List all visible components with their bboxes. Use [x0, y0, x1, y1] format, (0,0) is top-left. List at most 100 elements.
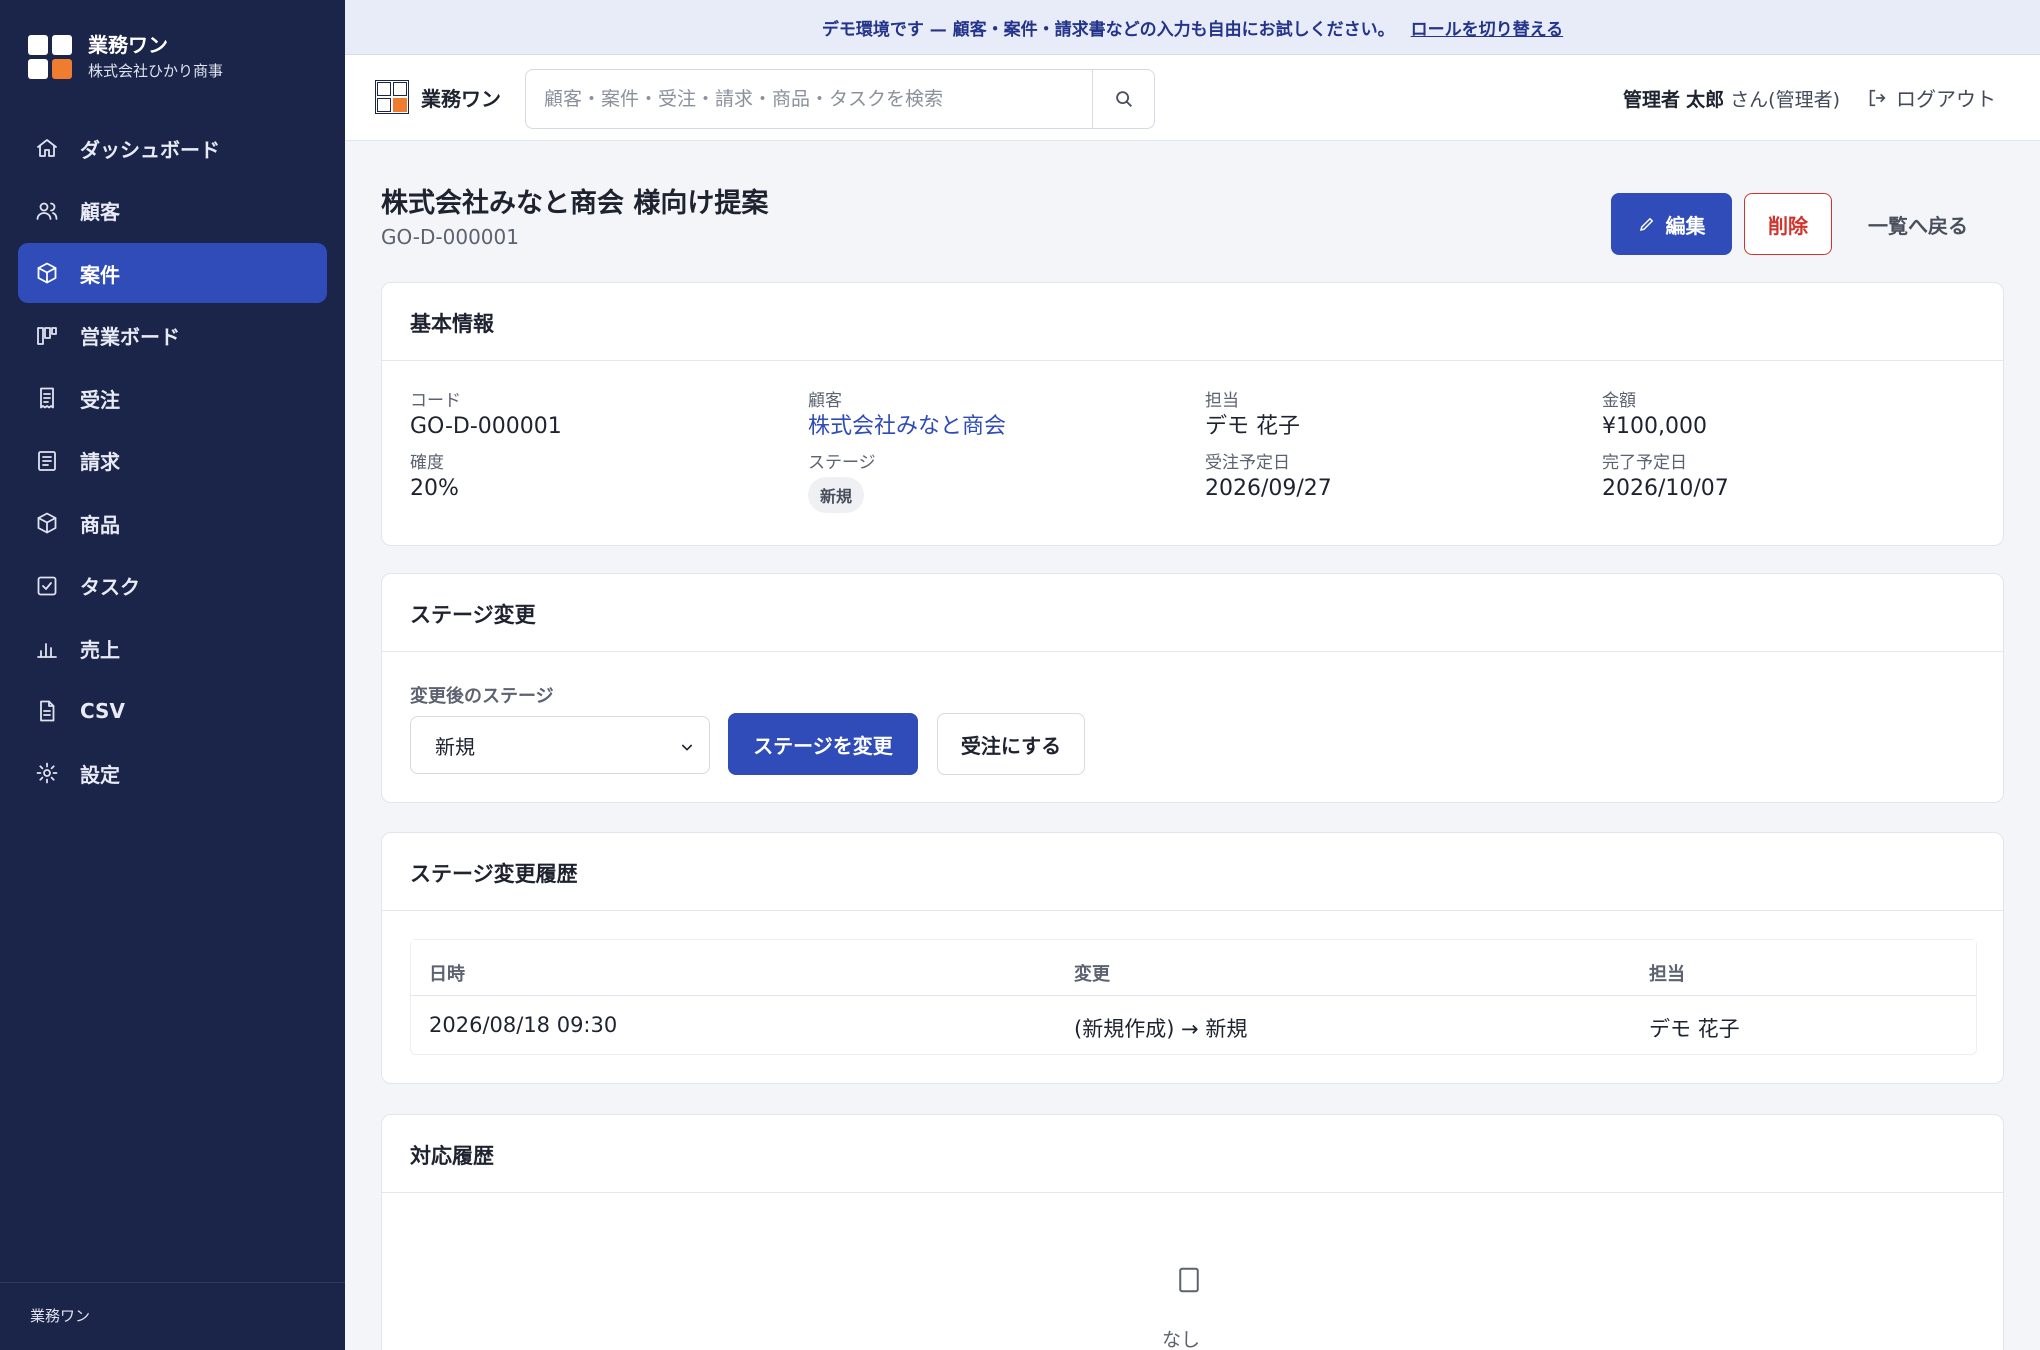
- users-icon: [34, 198, 60, 224]
- demo-banner-message: デモ環境です — 顧客・案件・請求書などの入力も自由にお試しください。: [821, 19, 1395, 40]
- home-icon: [34, 135, 60, 161]
- user-name: 太郎: [1686, 89, 1725, 111]
- sidebar-item-label: 売上: [80, 637, 120, 662]
- field-label: コード: [410, 391, 461, 411]
- sidebar-item-label: CSV: [80, 698, 125, 723]
- activity-history-heading: 対応履歴: [382, 1115, 2003, 1193]
- box-icon: [34, 260, 60, 286]
- sidebar-item-label: 受注: [80, 387, 120, 412]
- sidebar-footer: 業務ワン: [0, 1282, 345, 1350]
- basic-info-heading: 基本情報: [382, 283, 2003, 361]
- page-actions: 編集 削除 一覧へ戻る: [1611, 193, 2004, 255]
- sidebar-item-dashboard[interactable]: ダッシュボード: [18, 118, 327, 178]
- sidebar-item-label: ダッシュボード: [80, 137, 220, 162]
- field-label: 受注予定日: [1205, 453, 1290, 473]
- field-code: コード GO-D-000001: [410, 391, 562, 441]
- table-header: 日時 変更 担当: [411, 940, 1976, 996]
- checkbox-icon: [34, 573, 60, 599]
- demo-banner: デモ環境です — 顧客・案件・請求書などの入力も自由にお試しください。 ロールを…: [345, 0, 2040, 55]
- brand-name: 業務ワン: [88, 33, 168, 57]
- logout-button[interactable]: ログアウト: [1866, 83, 1996, 112]
- sidebar-brand[interactable]: 業務ワン 株式会社ひかり商事: [28, 32, 223, 82]
- customer-link[interactable]: 株式会社みなと商会: [808, 413, 1006, 441]
- chevron-down-icon: [681, 744, 693, 751]
- sidebar-item-settings[interactable]: 設定: [18, 743, 327, 803]
- top-brand[interactable]: 業務ワン: [375, 80, 501, 114]
- edit-button[interactable]: 編集: [1611, 193, 1732, 255]
- search-input[interactable]: [526, 70, 1092, 128]
- table-row: 2026/08/18 09:30 (新規作成) → 新規 デモ 花子: [411, 996, 1976, 1054]
- stage-select[interactable]: 新規: [410, 716, 710, 774]
- sidebar-item-customers[interactable]: 顧客: [18, 181, 327, 241]
- document-icon: [34, 448, 60, 474]
- field-label: 顧客: [808, 391, 842, 411]
- back-to-list-button[interactable]: 一覧へ戻る: [1832, 193, 2004, 255]
- stage-history-table: 日時 変更 担当 2026/08/18 09:30 (新規作成) → 新規 デモ…: [410, 939, 1977, 1055]
- search-icon: [1115, 91, 1132, 107]
- top-brand-name: 業務ワン: [421, 86, 501, 111]
- column-header-owner: 担当: [1649, 964, 1685, 985]
- search-button[interactable]: [1092, 70, 1154, 128]
- pencil-icon: [1639, 217, 1653, 232]
- field-label: ステージ: [808, 453, 876, 473]
- user-role: 管理者: [1623, 89, 1681, 111]
- field-value: ¥100,000: [1602, 414, 1707, 439]
- cell-owner: デモ 花子: [1649, 1017, 1740, 1041]
- switch-role-link[interactable]: ロールを切り替える: [1411, 15, 1564, 40]
- field-label: 確度: [410, 453, 444, 473]
- stage-change-card: ステージ変更 変更後のステージ 新規 ステージを変更 受注にする: [381, 573, 2004, 803]
- sidebar-item-label: 顧客: [80, 200, 120, 224]
- page-title: 株式会社みなと商会 様向け提案: [381, 188, 769, 219]
- sidebar-item-billing[interactable]: 請求: [18, 431, 327, 491]
- sidebar-item-products[interactable]: 商品: [18, 493, 327, 553]
- sidebar-item-deals[interactable]: 案件: [18, 243, 327, 303]
- sidebar-item-sales-board[interactable]: 営業ボード: [18, 306, 327, 366]
- stage-history-card: ステージ変更履歴 日時 変更 担当 2026/08/18 09:30 (新規作成…: [381, 832, 2004, 1084]
- stage-select-label: 変更後のステージ: [410, 686, 554, 707]
- empty-building-icon: [1174, 1265, 1204, 1295]
- field-expected-order-date: 受注予定日 2026/09/27: [1205, 453, 1332, 503]
- field-probability: 確度 20%: [410, 453, 459, 503]
- deal-code: GO-D-000001: [381, 225, 519, 249]
- field-value: 2026/09/27: [1205, 476, 1332, 501]
- app-logo-icon: [28, 35, 72, 79]
- stage-badge: 新規: [808, 477, 865, 513]
- sidebar-item-label: 営業ボード: [80, 325, 180, 349]
- sidebar-item-orders[interactable]: 受注: [18, 368, 327, 428]
- global-search: [525, 69, 1155, 129]
- field-value: 20%: [410, 476, 459, 501]
- sidebar-item-label: 設定: [80, 762, 120, 787]
- receipt-icon: [34, 385, 60, 411]
- app-logo-icon: [375, 80, 409, 114]
- logout-icon: [1869, 89, 1886, 106]
- sidebar: 業務ワン 株式会社ひかり商事 ダッシュボード 顧客 案件 営業ボード 受注 請求: [0, 0, 345, 1350]
- field-value: GO-D-000001: [410, 414, 562, 439]
- cell-datetime: 2026/08/18 09:30: [429, 1013, 618, 1037]
- sidebar-item-csv[interactable]: CSV: [18, 681, 327, 741]
- delete-button[interactable]: 削除: [1744, 193, 1832, 255]
- basic-info-card: 基本情報 コード GO-D-000001 顧客 株式会社みなと商会 担当 デモ …: [381, 282, 2004, 546]
- field-label: 完了予定日: [1602, 453, 1687, 473]
- change-stage-button[interactable]: ステージを変更: [728, 713, 918, 775]
- sidebar-item-label: 商品: [80, 512, 120, 537]
- current-user: 管理者 太郎 さん(管理者): [1623, 85, 1840, 112]
- field-label: 担当: [1205, 391, 1239, 411]
- sidebar-item-sales[interactable]: 売上: [18, 618, 327, 678]
- convert-to-order-button[interactable]: 受注にする: [937, 713, 1085, 775]
- sidebar-item-label: タスク: [80, 575, 140, 599]
- field-owner: 担当 デモ 花子: [1205, 391, 1300, 441]
- field-amount: 金額 ¥100,000: [1602, 391, 1707, 441]
- sidebar-item-tasks[interactable]: タスク: [18, 556, 327, 616]
- top-bar: 業務ワン 管理者 太郎 さん(管理者) ログアウト: [345, 55, 2040, 141]
- field-label: 金額: [1602, 391, 1636, 411]
- field-value: 2026/10/07: [1602, 476, 1729, 501]
- field-customer: 顧客 株式会社みなと商会: [808, 391, 1006, 441]
- activity-history-card: 対応履歴 なし: [381, 1114, 2004, 1350]
- column-header-change: 変更: [1074, 964, 1110, 985]
- empty-state-text: なし: [1162, 1329, 1201, 1350]
- package-icon: [34, 510, 60, 536]
- stage-change-heading: ステージ変更: [382, 574, 2003, 652]
- sidebar-nav: ダッシュボード 顧客 案件 営業ボード 受注 請求 商品 タスク 売上 CSV …: [18, 118, 327, 806]
- stage-select-value: 新規: [435, 734, 475, 759]
- column-header-datetime: 日時: [429, 964, 465, 985]
